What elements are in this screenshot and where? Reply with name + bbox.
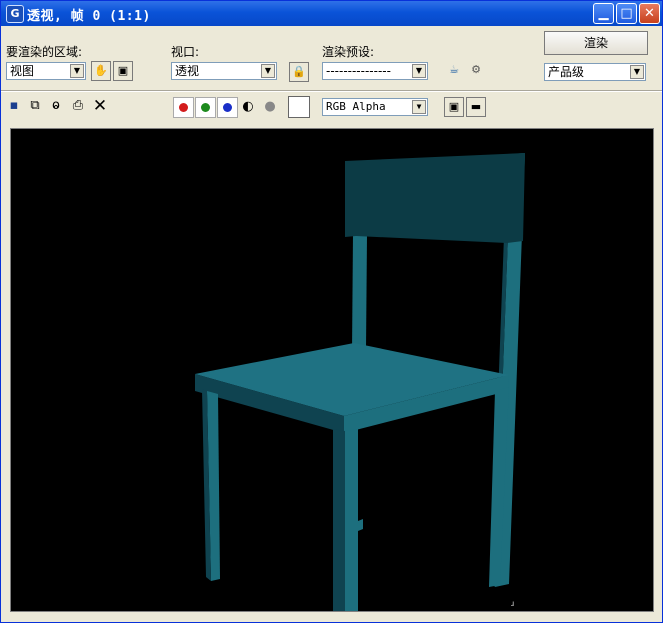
overlay-icon: ▣: [448, 100, 460, 113]
app-icon: G: [6, 5, 24, 23]
viewport-label: 视口:: [171, 45, 200, 59]
back-left-leg: [352, 234, 367, 353]
area-dropdown-value: 视图: [10, 64, 35, 78]
chevron-down-icon: ▼: [630, 65, 644, 79]
close-icon: ✕: [644, 6, 655, 21]
auto-region-button[interactable]: ▣: [113, 61, 133, 81]
render-setup-button[interactable]: ☕: [444, 61, 464, 81]
chair-render: ɹ: [11, 129, 653, 612]
clear-button[interactable]: ✕: [91, 97, 109, 115]
render-button[interactable]: 渲染: [544, 31, 648, 55]
x-icon: ✕: [92, 96, 108, 116]
blue-dot-icon: [223, 103, 232, 112]
minimize-icon: ▁: [598, 6, 609, 21]
channel-dropdown-value: RGB Alpha: [326, 100, 386, 113]
overlay-button[interactable]: ▣: [444, 97, 464, 117]
render-viewport: ɹ: [10, 128, 654, 612]
lock-viewport-button[interactable]: 🔒: [289, 62, 309, 82]
minimize-button[interactable]: ▁: [593, 3, 614, 24]
alpha-toggle[interactable]: ◐: [239, 98, 257, 116]
gear-icon: ⚙: [471, 63, 481, 76]
preset-dropdown-value: ---------------: [326, 64, 391, 78]
front-right-leg-side: [333, 429, 345, 612]
monitor-icon: ▬: [470, 100, 482, 113]
chevron-down-icon: ▼: [412, 64, 426, 78]
lock-icon: 🔒: [292, 65, 306, 78]
viewport-dropdown-value: 透视: [175, 64, 200, 78]
floppy-icon: ▪: [9, 98, 19, 113]
close-button[interactable]: ✕: [639, 3, 660, 24]
clone-button[interactable]: ⱺ: [47, 97, 65, 115]
front-right-leg: [345, 429, 358, 612]
people-icon: ⱺ: [52, 98, 60, 113]
red-dot-icon: [179, 103, 188, 112]
maximize-button[interactable]: □: [616, 3, 637, 24]
color-swatch[interactable]: [288, 96, 310, 118]
title-bar[interactable]: G 透视, 帧 0 (1:1) ▁ □ ✕: [1, 1, 662, 26]
red-channel-toggle[interactable]: [173, 97, 194, 118]
half-circle-icon: ◐: [242, 99, 254, 114]
copy-button[interactable]: ⧉: [26, 97, 44, 115]
front-right-leg-notch: [358, 519, 363, 531]
mono-toggle[interactable]: ●: [261, 98, 279, 116]
save-button[interactable]: ▪: [5, 97, 23, 115]
copy-icon: ⧉: [30, 98, 40, 113]
printer-icon: ⎙: [72, 98, 84, 113]
quality-dropdown-value: 产品级: [548, 65, 585, 79]
edit-region-button[interactable]: ✋: [91, 61, 111, 81]
region-frame-icon: ▣: [117, 64, 129, 77]
green-channel-toggle[interactable]: [195, 97, 216, 118]
preset-dropdown[interactable]: --------------- ▼: [322, 62, 428, 80]
divider: [1, 91, 662, 92]
chevron-down-icon: ▼: [412, 100, 426, 114]
quality-dropdown[interactable]: 产品级 ▼: [544, 63, 646, 81]
gray-dot-icon: ●: [264, 99, 276, 114]
teapot-icon: ☕: [449, 63, 459, 76]
render-frame-window: G 透视, 帧 0 (1:1) ▁ □ ✕ 要渲染的区域: 视口: 渲染预设: …: [0, 0, 663, 623]
hand-icon: ✋: [94, 64, 108, 77]
area-label: 要渲染的区域:: [6, 45, 83, 59]
viewport-dropdown[interactable]: 透视 ▼: [171, 62, 277, 80]
maximize-icon: □: [620, 6, 633, 21]
display-button[interactable]: ▬: [466, 97, 486, 117]
chevron-down-icon: ▼: [70, 64, 84, 78]
window-title: 透视, 帧 0 (1:1): [27, 9, 151, 24]
preset-label: 渲染预设:: [322, 45, 375, 59]
blue-channel-toggle[interactable]: [217, 97, 238, 118]
cursor-mark: ɹ: [511, 599, 514, 608]
chevron-down-icon: ▼: [261, 64, 275, 78]
area-dropdown[interactable]: 视图 ▼: [6, 62, 86, 80]
green-dot-icon: [201, 103, 210, 112]
channel-dropdown[interactable]: RGB Alpha ▼: [322, 98, 428, 116]
print-button[interactable]: ⎙: [69, 97, 87, 115]
backrest: [345, 153, 525, 243]
environment-button[interactable]: ⚙: [466, 61, 486, 81]
